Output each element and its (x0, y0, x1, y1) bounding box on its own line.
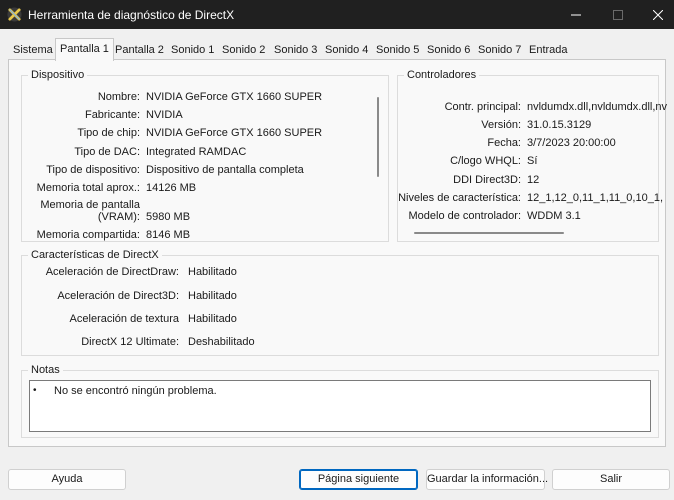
device-name-value: NVIDIA GeForce GTX 1660 SUPER (146, 91, 323, 103)
close-button[interactable] (637, 0, 674, 29)
manufacturer-label: Fabricante: (84, 109, 140, 121)
driver-model-label: Modelo de controlador: (408, 210, 521, 222)
total-memory-value: 14126 MB (146, 182, 197, 194)
dx12-ultimate-label: DirectX 12 Ultimate: (81, 336, 179, 348)
main-driver-value: nvldumdx.dll,nvldumdx.dll,nv (527, 101, 668, 113)
main-driver-label: Contr. principal: (444, 101, 521, 113)
manufacturer-value: NVIDIA (146, 109, 183, 121)
shared-memory-label: Memoria compartida: (36, 229, 140, 241)
feature-levels-label: Niveles de característica: (398, 192, 521, 204)
tab-sonido-5[interactable]: Sonido 5 (373, 42, 422, 60)
note-item: No se encontró ningún problema. (54, 385, 217, 397)
version-label: Versión: (481, 119, 521, 131)
ddi-label: DDI Direct3D: (453, 174, 521, 186)
directdraw-value: Habilitado (188, 266, 237, 278)
date-value: 3/7/2023 20:00:00 (527, 137, 616, 149)
direct3d-label: Aceleración de Direct3D: (57, 290, 179, 302)
title-bar: Herramienta de diagnóstico de DirectX (0, 0, 674, 29)
total-memory-label: Memoria total aprox.: (36, 182, 140, 194)
shared-memory-value: 8146 MB (146, 229, 191, 241)
vram-label-line2: (VRAM): (97, 211, 140, 223)
tab-sonido-4[interactable]: Sonido 4 (322, 42, 371, 60)
next-page-button[interactable]: Página siguiente (299, 469, 418, 490)
tab-pantalla-2[interactable]: Pantalla 2 (112, 42, 167, 60)
save-info-button[interactable]: Guardar la información... (426, 469, 548, 490)
direct3d-value: Habilitado (188, 290, 237, 302)
minimize-icon (571, 14, 581, 15)
tab-pantalla-1[interactable]: Pantalla 1 (55, 38, 114, 61)
minimize-button[interactable] (555, 0, 597, 29)
device-type-value: Dispositivo de pantalla completa (146, 164, 304, 176)
texture-label: Aceleración de textura (69, 313, 179, 325)
dxdiag-window: Herramienta de diagnóstico de DirectX Si… (0, 0, 674, 500)
notes-textbox[interactable]: • No se encontró ningún problema. (29, 380, 651, 432)
notes-group-title: Notas (28, 364, 63, 376)
device-name-label: Nombre: (97, 91, 140, 103)
maximize-button[interactable] (597, 0, 639, 29)
tab-sonido-2[interactable]: Sonido 2 (219, 42, 268, 60)
date-label: Fecha: (487, 137, 521, 149)
tab-sistema[interactable]: Sistema (10, 42, 56, 60)
whql-value: Sí (527, 155, 538, 167)
vram-label-line1: Memoria de pantalla (40, 199, 140, 211)
window-title: Herramienta de diagnóstico de DirectX (28, 8, 235, 22)
version-value: 31.0.15.3129 (527, 119, 592, 131)
driver-model-value: WDDM 3.1 (527, 210, 581, 222)
exit-button[interactable]: Salir (552, 469, 670, 490)
chip-type-label: Tipo de chip: (77, 127, 140, 139)
tab-sonido-3[interactable]: Sonido 3 (271, 42, 320, 60)
dac-type-value: Integrated RAMDAC (146, 146, 247, 158)
device-scrollbar[interactable] (377, 97, 379, 177)
help-button[interactable]: Ayuda (8, 469, 126, 490)
bullet-icon: • (33, 385, 37, 396)
maximize-icon (613, 9, 623, 20)
features-group-title: Características de DirectX (28, 249, 162, 261)
tab-sonido-1[interactable]: Sonido 1 (168, 42, 217, 60)
drivers-group-title: Controladores (404, 69, 480, 81)
tab-strip: Sistema Pantalla 1 Pantalla 2 Sonido 1 S… (0, 38, 674, 61)
close-icon (653, 9, 663, 20)
tab-entrada[interactable]: Entrada (526, 42, 571, 60)
device-group-title: Dispositivo (28, 69, 88, 81)
vram-value: 5980 MB (146, 211, 191, 223)
feature-levels-value: 12_1,12_0,11_1,11_0,10_1, (527, 192, 664, 204)
directdraw-label: Aceleración de DirectDraw: (45, 266, 179, 278)
dx12-ultimate-value: Deshabilitado (188, 336, 255, 348)
whql-label: C/logo WHQL: (450, 155, 521, 167)
tab-sonido-6[interactable]: Sonido 6 (424, 42, 473, 60)
dac-type-label: Tipo de DAC: (74, 146, 140, 158)
drivers-scrollbar[interactable] (414, 232, 564, 234)
chip-type-value: NVIDIA GeForce GTX 1660 SUPER (146, 127, 323, 139)
directx-x-icon (7, 7, 22, 22)
texture-value: Habilitado (188, 313, 237, 325)
tab-sonido-7[interactable]: Sonido 7 (475, 42, 524, 60)
ddi-value: 12 (527, 174, 540, 186)
device-type-label: Tipo de dispositivo: (46, 164, 140, 176)
